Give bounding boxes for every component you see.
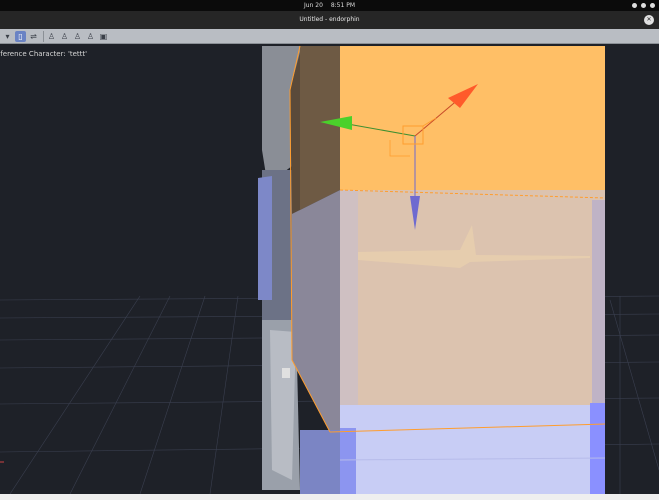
close-icon[interactable]: ✕ xyxy=(644,15,654,25)
network-icon xyxy=(632,3,637,8)
body-box-front xyxy=(340,190,605,430)
selection-icon[interactable]: ▯ xyxy=(15,30,26,42)
lower-box-side xyxy=(300,430,340,494)
walk-icon[interactable]: ♙ xyxy=(59,31,70,42)
body-box-edge xyxy=(592,200,605,425)
lower-box-edge xyxy=(590,403,605,494)
system-top-bar: Jun 20 8:51 PM xyxy=(0,0,659,11)
window-title: Untitled - endorphin xyxy=(299,16,360,23)
camera-icon[interactable]: ▣ xyxy=(98,31,109,42)
scene xyxy=(0,45,659,494)
main-toolbar: ▾ ▯ ⇌ ♙ ♙ ♙ ♙ ▣ xyxy=(0,29,659,44)
body-box-side xyxy=(292,190,340,432)
move-icon[interactable]: ⇌ xyxy=(28,31,39,42)
body-box-inner-edge xyxy=(340,190,358,430)
status-bar xyxy=(0,494,659,500)
system-clock[interactable]: Jun 20 8:51 PM xyxy=(0,0,659,11)
toolbar-separator xyxy=(43,30,44,42)
window-titlebar: Untitled - endorphin ✕ xyxy=(0,11,659,29)
walk-icon[interactable]: ♙ xyxy=(85,31,96,42)
time-label: 8:51 PM xyxy=(330,2,356,9)
lower-box-front xyxy=(340,405,605,494)
dropdown-icon[interactable]: ▾ xyxy=(2,31,13,42)
selected-box-front xyxy=(340,46,605,190)
volume-icon xyxy=(641,3,646,8)
power-icon xyxy=(650,3,655,8)
selected-box-side xyxy=(300,46,340,210)
date-label: Jun 20 xyxy=(303,2,323,9)
3d-viewport[interactable]: eference Character: 'tettt' xyxy=(0,44,659,494)
lower-box-inner-edge xyxy=(340,428,356,494)
walk-icon[interactable]: ♙ xyxy=(72,31,83,42)
system-tray[interactable] xyxy=(632,0,655,11)
walk-icon[interactable]: ♙ xyxy=(46,31,57,42)
reference-character-label: eference Character: 'tettt' xyxy=(0,50,88,58)
